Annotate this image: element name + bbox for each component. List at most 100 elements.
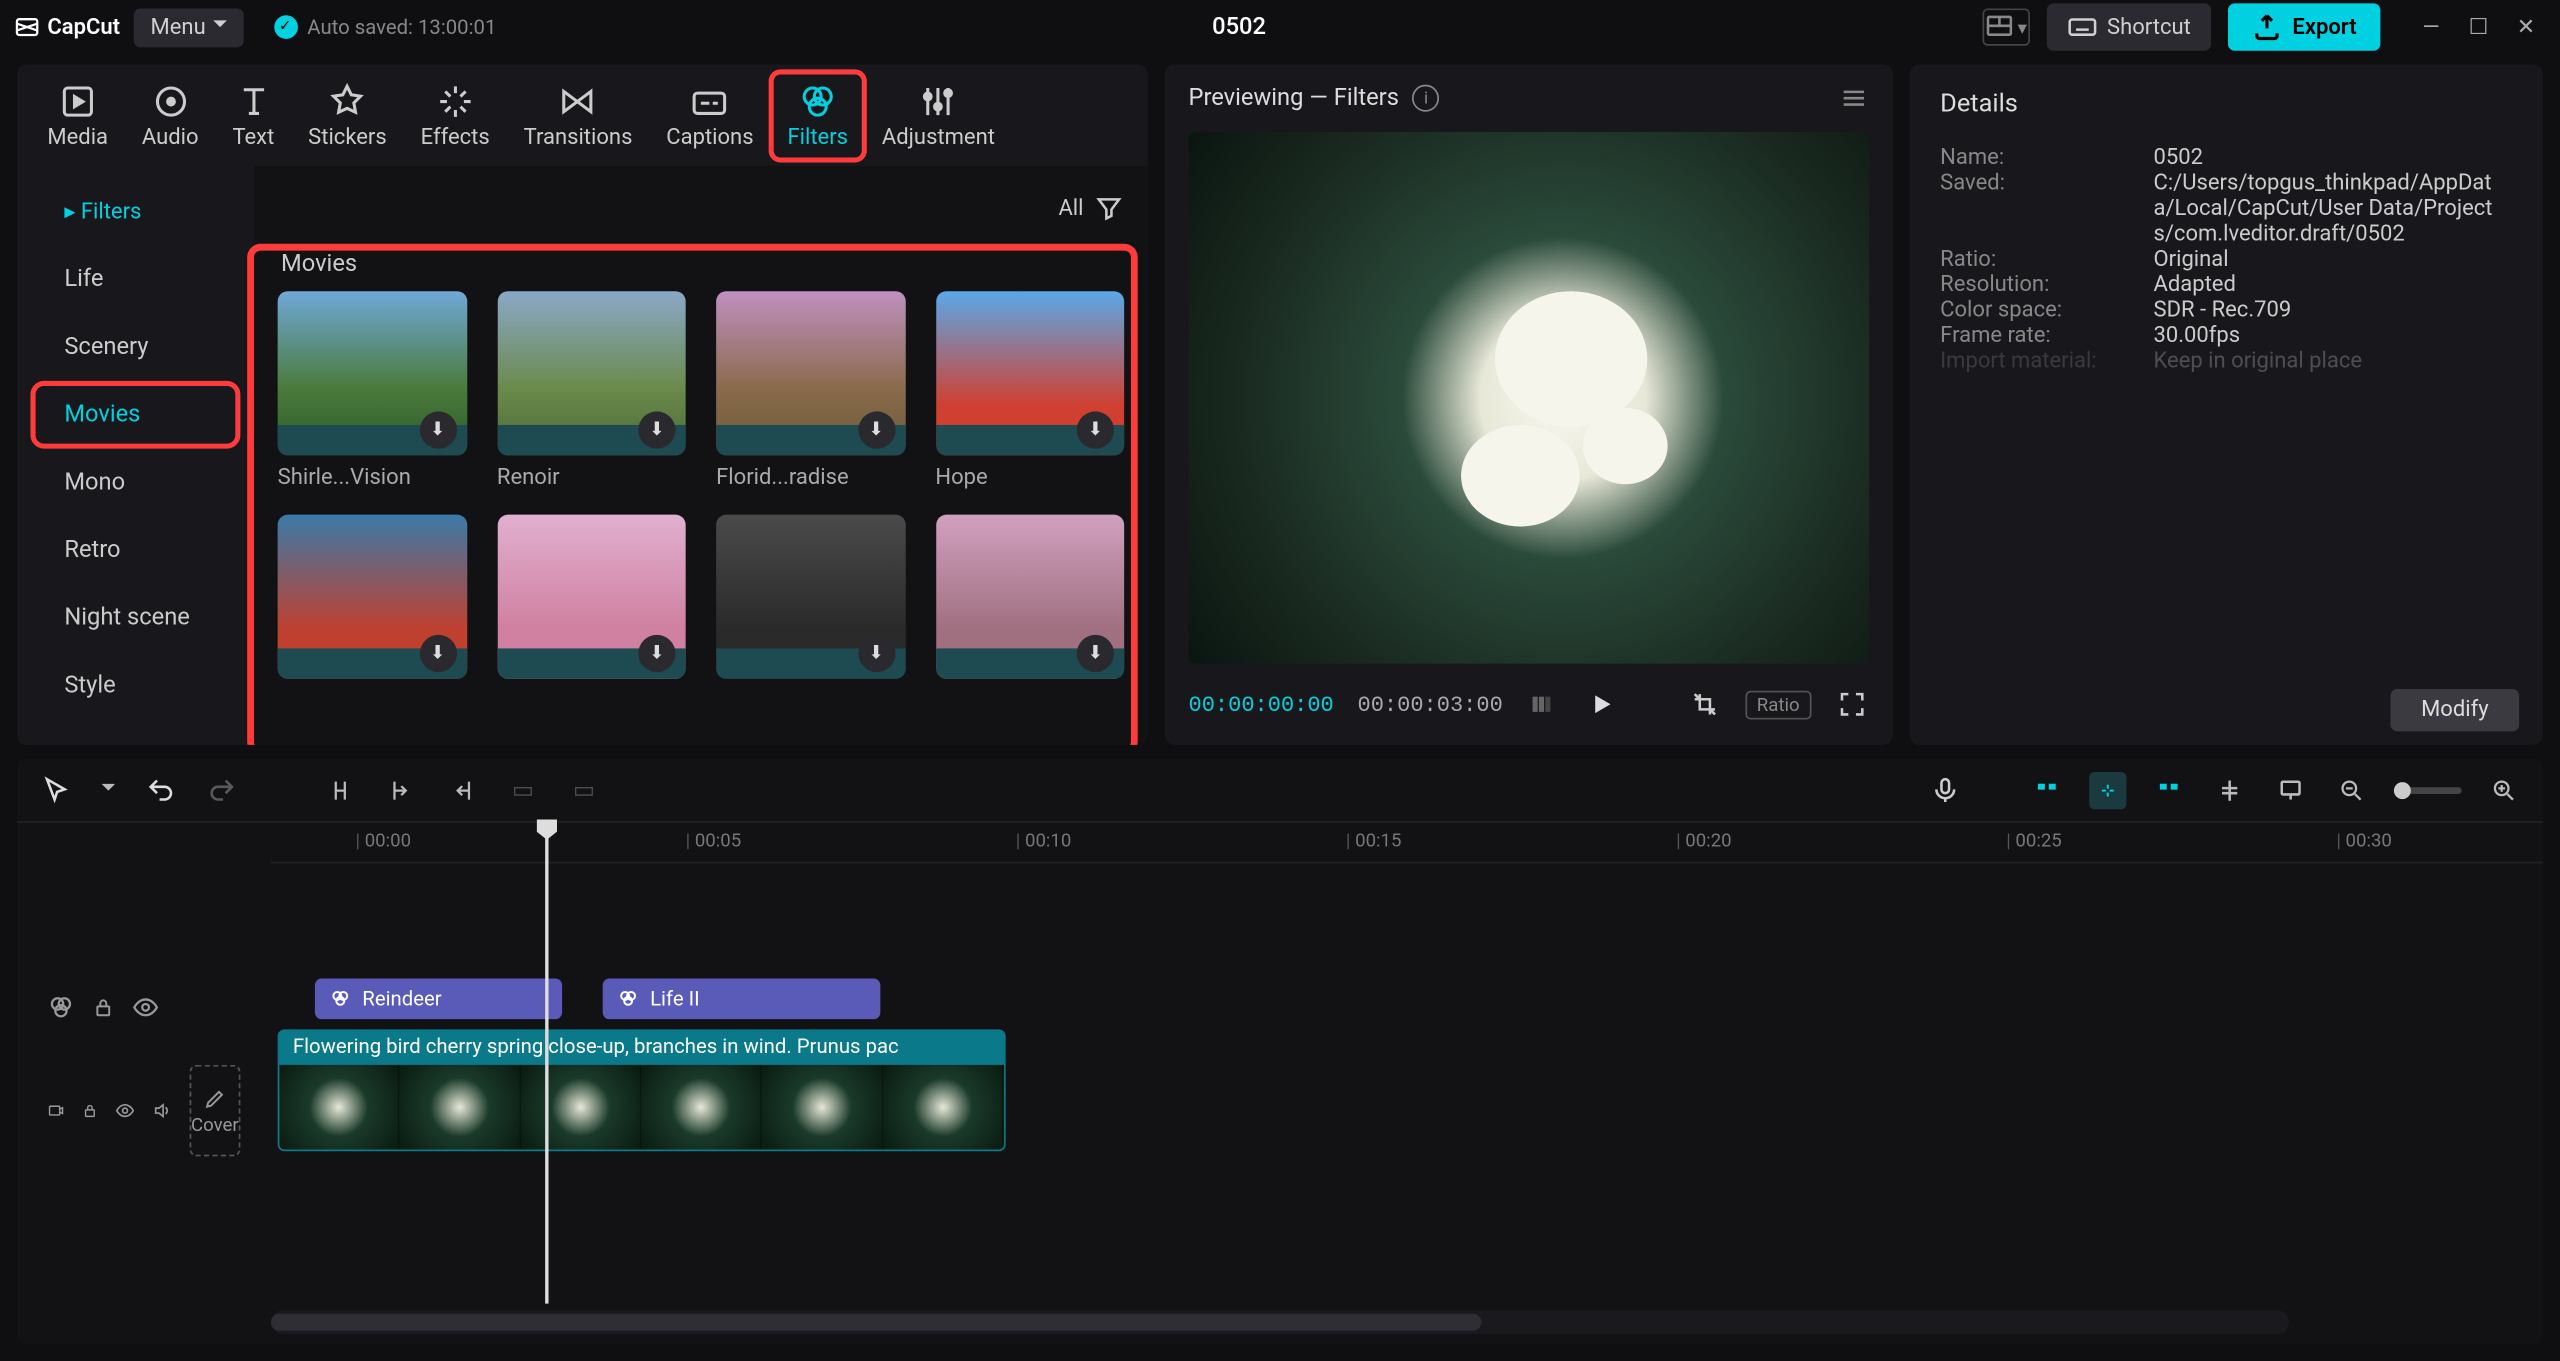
tab-stickers[interactable]: Stickers: [291, 70, 403, 160]
pointer-tool[interactable]: [37, 771, 74, 808]
layout-button[interactable]: ▾: [1982, 8, 2029, 45]
filter-name: Shirle...Vision: [278, 465, 467, 490]
preview-viewport[interactable]: [1188, 132, 1869, 664]
playhead[interactable]: [545, 823, 548, 1304]
lock-icon[interactable]: [82, 1099, 99, 1123]
delete-tool[interactable]: ▭: [505, 771, 542, 808]
cover-button[interactable]: Cover: [189, 1065, 240, 1156]
tab-transitions[interactable]: Transitions: [507, 70, 650, 160]
undo-button[interactable]: [142, 771, 179, 808]
sidebar-item-mono[interactable]: Mono: [34, 452, 237, 513]
speaker-icon[interactable]: [153, 1097, 173, 1124]
eye-icon[interactable]: [116, 1097, 136, 1124]
snap-tool[interactable]: [2150, 771, 2187, 808]
hamburger-icon[interactable]: [1839, 83, 1869, 113]
export-button[interactable]: Export: [2228, 3, 2380, 50]
download-icon[interactable]: ⬇: [858, 411, 895, 448]
split-tool[interactable]: [322, 771, 359, 808]
ruler-tick: 00:10: [1016, 830, 1072, 852]
tool-5[interactable]: ▭: [565, 771, 602, 808]
maximize-button[interactable]: ☐: [2458, 7, 2499, 48]
sidebar-item-movies[interactable]: Movies: [34, 384, 237, 445]
filter-card[interactable]: ⬇: [497, 515, 686, 679]
tab-text[interactable]: Text: [216, 70, 292, 160]
filter-card[interactable]: ⬇Hope: [935, 291, 1124, 491]
trim-right-tool[interactable]: [444, 771, 481, 808]
preview-panel: Previewing — Filters i 00:00:00:00 00:00…: [1165, 64, 1893, 745]
magnet-tool[interactable]: [2028, 771, 2065, 808]
export-icon: [2252, 12, 2282, 42]
close-button[interactable]: ✕: [2506, 7, 2547, 48]
preview-title: Previewing — Filters: [1188, 85, 1398, 112]
pointer-dropdown[interactable]: [98, 771, 118, 808]
filter-card[interactable]: ⬇: [278, 515, 467, 679]
lock-icon[interactable]: [91, 995, 115, 1019]
sidebar-item-night-scene[interactable]: Night scene: [34, 587, 237, 648]
zoom-in[interactable]: [2485, 771, 2522, 808]
filter-clip[interactable]: Reindeer: [315, 979, 562, 1020]
capcut-icon: [14, 14, 41, 41]
filter-card[interactable]: ⬇: [716, 515, 905, 679]
filter-card[interactable]: ⬇: [935, 515, 1124, 679]
trim-left-tool[interactable]: [383, 771, 420, 808]
detail-label: Ratio:: [1940, 247, 2153, 272]
download-icon[interactable]: ⬇: [1077, 635, 1114, 672]
tab-effects[interactable]: Effects: [404, 70, 507, 160]
download-icon[interactable]: ⬇: [858, 635, 895, 672]
ruler-tick: 00:05: [686, 830, 742, 852]
filter-thumb: ⬇: [716, 515, 905, 679]
video-clip[interactable]: Flowering bird cherry spring close-up, b…: [278, 1029, 1006, 1151]
filter-track-icon: [47, 994, 74, 1021]
filter-clip-label: Life II: [650, 987, 700, 1011]
sidebar-item-life[interactable]: Life: [34, 249, 237, 310]
zoom-slider[interactable]: [2394, 786, 2462, 793]
download-icon[interactable]: ⬇: [419, 411, 456, 448]
timeline-scrollbar[interactable]: [271, 1310, 2289, 1334]
fullscreen-icon[interactable]: [1835, 687, 1869, 721]
filter-clip[interactable]: Life II: [603, 979, 881, 1020]
redo-button[interactable]: [203, 771, 240, 808]
align-tool[interactable]: [2211, 771, 2248, 808]
title-bar: CapCut Menu ✓ Auto saved: 13:00:01 0502 …: [0, 0, 2560, 54]
download-icon[interactable]: ⬇: [638, 411, 675, 448]
tab-media[interactable]: Media: [30, 70, 124, 160]
download-icon[interactable]: ⬇: [638, 635, 675, 672]
timeline-ruler[interactable]: 00:0000:0500:1000:1500:2000:2500:30: [271, 823, 2543, 864]
download-icon[interactable]: ⬇: [1077, 411, 1114, 448]
ratio-button[interactable]: Ratio: [1745, 690, 1812, 719]
tab-captions[interactable]: Captions: [649, 70, 770, 160]
minimize-button[interactable]: —: [2411, 7, 2452, 48]
timeline-tracks[interactable]: Flowering bird cherry spring close-up, b…: [271, 863, 2543, 1303]
ruler-tick: 00:20: [1676, 830, 1732, 852]
zoom-out[interactable]: [2333, 771, 2370, 808]
link-tool[interactable]: [2089, 771, 2126, 808]
filters-icon: [797, 80, 838, 121]
sidebar-header[interactable]: ▸ Filters: [34, 183, 237, 242]
compare-icon[interactable]: [1527, 687, 1561, 721]
eye-icon[interactable]: [132, 994, 159, 1021]
mic-button[interactable]: [1927, 771, 1964, 808]
tab-adjustment[interactable]: Adjustment: [865, 70, 1012, 160]
detail-value: 30.00fps: [2153, 323, 2512, 348]
modify-button[interactable]: Modify: [2391, 689, 2520, 731]
tab-label: Captions: [666, 124, 753, 149]
play-button[interactable]: [1584, 687, 1618, 721]
menu-button[interactable]: Menu: [134, 8, 243, 47]
download-icon[interactable]: ⬇: [419, 635, 456, 672]
tab-audio[interactable]: Audio: [125, 70, 216, 160]
transitions-icon: [558, 80, 599, 121]
sidebar-item-scenery[interactable]: Scenery: [34, 317, 237, 378]
filter-card[interactable]: ⬇Florid...radise: [716, 291, 905, 491]
filter-card[interactable]: ⬇Renoir: [497, 291, 686, 491]
filter-all-button[interactable]: All: [1058, 193, 1124, 223]
video-track-icon: [47, 1099, 64, 1123]
sidebar-item-retro[interactable]: Retro: [34, 520, 237, 581]
shortcut-button[interactable]: Shortcut: [2046, 3, 2211, 50]
info-icon[interactable]: i: [1412, 85, 1439, 112]
sidebar-item-style[interactable]: Style: [34, 655, 237, 716]
tab-filters[interactable]: Filters: [771, 70, 865, 160]
marker-tool[interactable]: [2272, 771, 2309, 808]
crop-icon[interactable]: [1687, 687, 1721, 721]
text-icon: [233, 80, 274, 121]
filter-card[interactable]: ⬇ Shirle...Vision: [278, 291, 467, 491]
